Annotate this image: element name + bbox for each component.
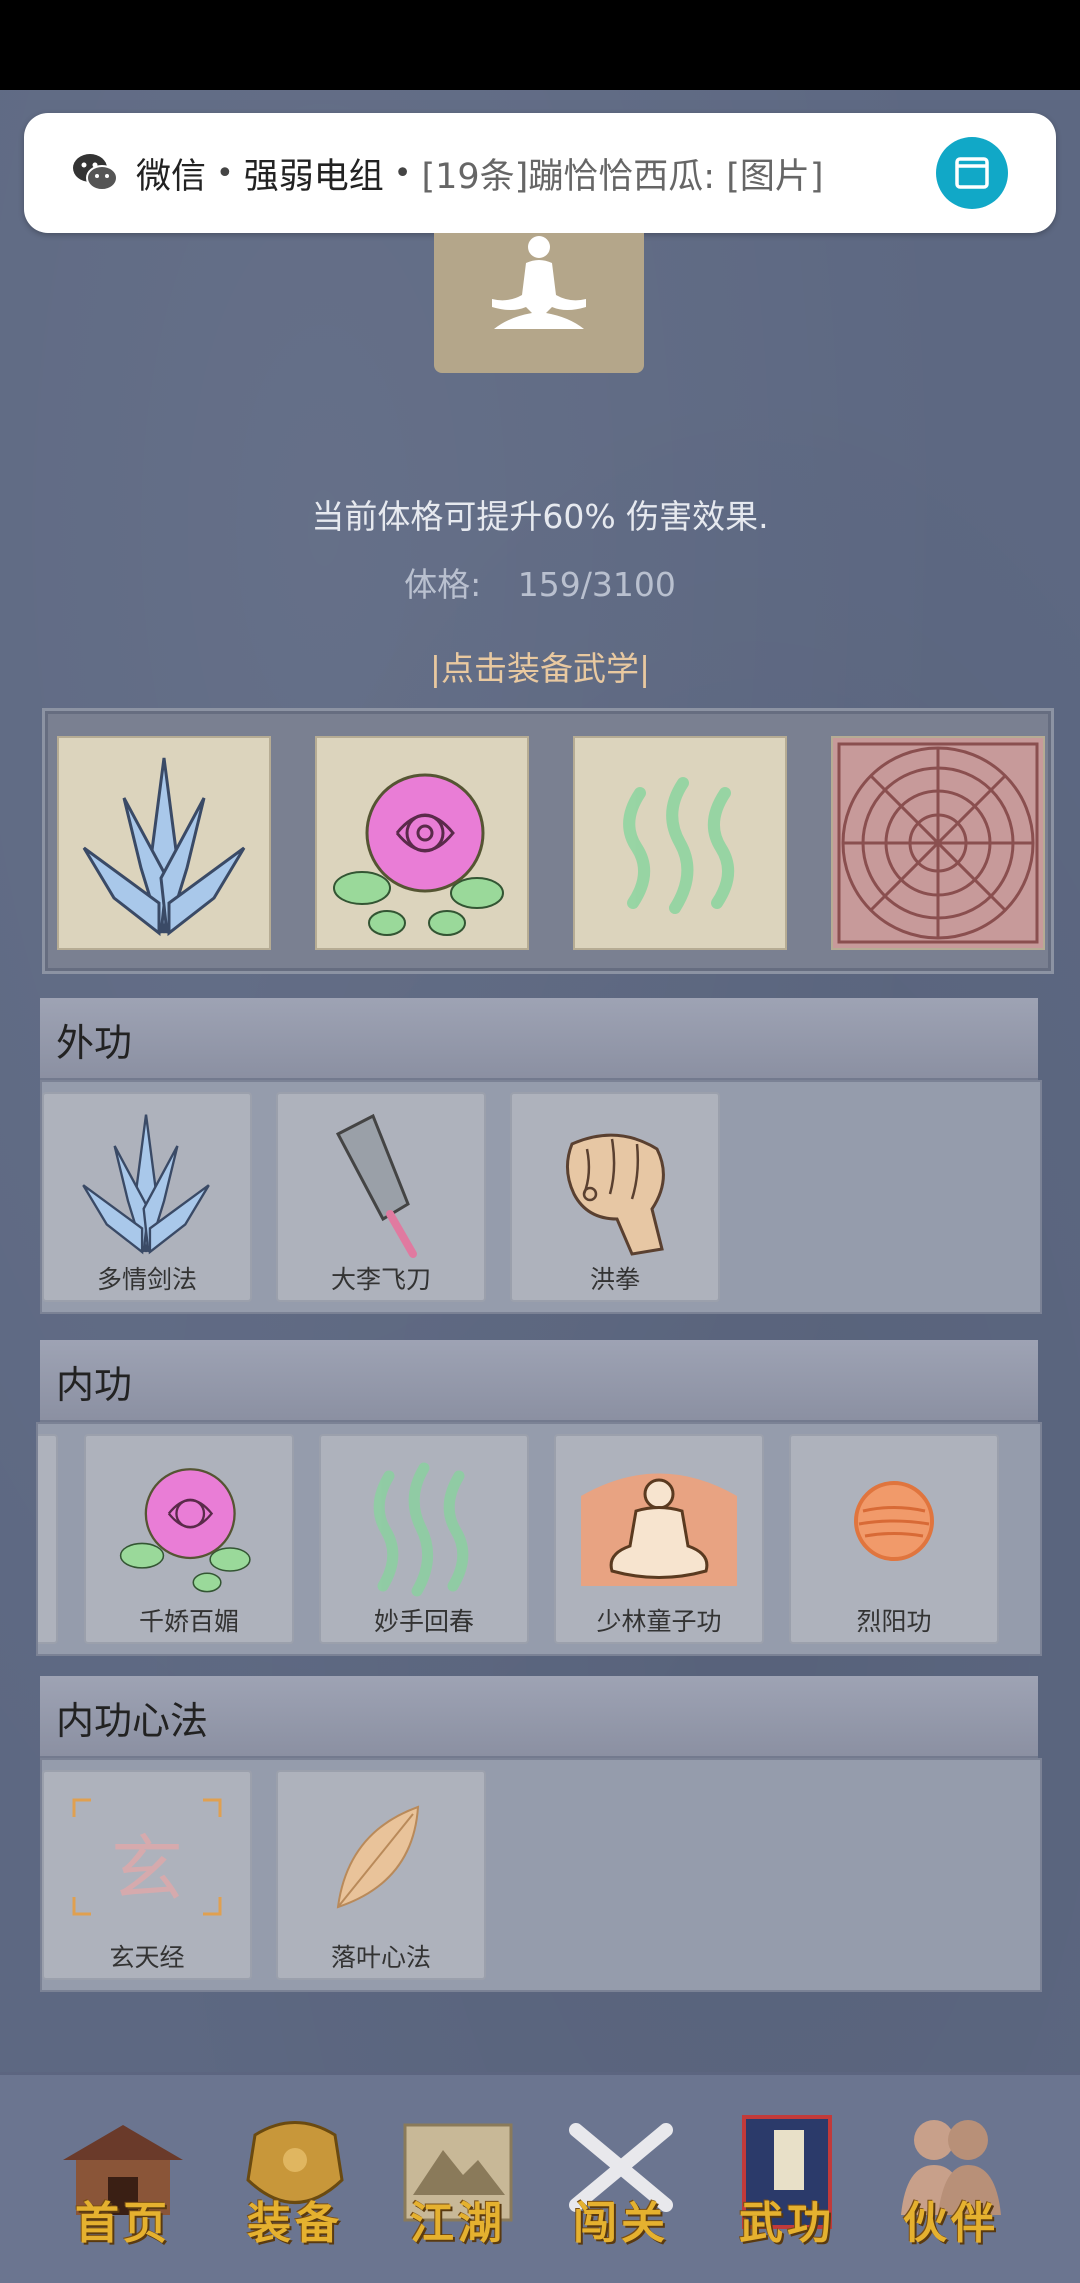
physique-stat: 体格: 159/3100 [0,558,1080,606]
skill-card[interactable]: 千娇百媚 [84,1434,294,1644]
skill-name: 多情剑法 [96,1265,197,1294]
nav-companions[interactable]: 伙伴 [886,2105,1016,2265]
nav-challenge[interactable]: 闯关 [556,2105,686,2265]
inner-skills-title: 内功 [56,1363,133,1407]
skill-card[interactable]: 烈阳功 [789,1434,999,1644]
skill-card[interactable]: 大李飞刀 [276,1092,486,1302]
skill-card[interactable]: 洪拳 [510,1092,720,1302]
notification-group: 强弱电组 [243,156,384,197]
physique-label: 体格: [404,565,482,604]
skill-name: 妙手回春 [373,1607,474,1636]
nav-martial-arts-label: 武功 [739,2198,835,2249]
nav-jianghu-label: 江湖 [410,2198,506,2249]
damage-info-text: 当前体格可提升60% 伤害效果. [311,497,769,536]
green-waves-icon [623,777,734,914]
skill-card[interactable]: 玄 玄天经 [42,1770,252,1980]
status-bar [0,0,1080,90]
separator-dot: • [216,155,234,191]
equip-skills-link[interactable]: |点击装备武学| [0,642,1080,690]
xuan-glyph: 玄 [110,1827,183,1911]
nav-martial-arts[interactable]: 武功 [722,2105,852,2265]
heart-method-title: 内功心法 [56,1699,209,1743]
outer-skills-list: 多情剑法 大李飞刀 洪拳 [40,1080,1042,1314]
window-icon [955,157,989,189]
bottom-navigation: 首页 装备 江湖 闯关 武功 伙伴 [0,2072,1080,2283]
nav-equipment[interactable]: 装备 [230,2105,360,2265]
nav-companions-label: 伙伴 [903,2198,999,2249]
equipped-skills-bar [42,708,1054,974]
skill-card[interactable]: 妙手回春 [319,1434,529,1644]
nav-challenge-label: 闯关 [573,2198,669,2249]
notification-app-name: 微信 [136,156,207,197]
aztec-calendar-icon [837,742,1039,944]
inner-skills-header: 内功 [40,1340,1038,1423]
inner-skills-list: 千娇百媚 妙手回春 少林童子功 烈阳功 [36,1422,1042,1656]
nav-home[interactable]: 首页 [58,2105,188,2265]
open-window-button[interactable] [936,137,1008,209]
meditation-avatar[interactable] [434,233,644,373]
skill-name: 千娇百媚 [138,1607,239,1636]
nav-jianghu[interactable]: 江湖 [393,2105,523,2265]
physique-value: 159/3100 [517,565,676,604]
skill-name: 玄天经 [109,1943,185,1972]
skill-card[interactable]: 少林童子功 [554,1434,764,1644]
equipped-slot-1[interactable] [57,736,271,950]
skill-name: 落叶心法 [330,1943,431,1972]
wechat-icon [73,154,118,191]
outer-skills-title: 外功 [56,1021,133,1065]
skill-card[interactable]: 多情剑法 [42,1092,252,1302]
skill-name: 大李飞刀 [330,1265,431,1294]
equipped-slot-2[interactable] [315,736,529,950]
skill-card-partial[interactable] [38,1434,58,1644]
heart-method-header: 内功心法 [40,1676,1038,1759]
equipped-slot-3[interactable] [573,736,787,950]
separator-dot: • [393,155,412,191]
sword-fan-icon [82,757,246,937]
meditation-figure-icon [492,236,586,329]
skill-name: 少林童子功 [596,1607,722,1636]
nav-home-label: 首页 [75,2198,171,2249]
skill-name: 烈阳功 [856,1607,932,1636]
rose-icon [333,773,504,936]
notification-message: [19条]蹦恰恰西瓜: [图片] [421,156,824,197]
outer-skills-header: 外功 [40,998,1038,1081]
heart-method-list: 玄 玄天经 落叶心法 [40,1758,1042,1992]
nav-equipment-label: 装备 [247,2198,343,2249]
skill-name: 洪拳 [589,1265,640,1294]
wechat-notification[interactable]: 微信 • 强弱电组 • [19条]蹦恰恰西瓜: [图片] [24,113,1056,233]
skill-card[interactable]: 落叶心法 [276,1770,486,1980]
equipped-slot-4[interactable] [831,736,1045,950]
